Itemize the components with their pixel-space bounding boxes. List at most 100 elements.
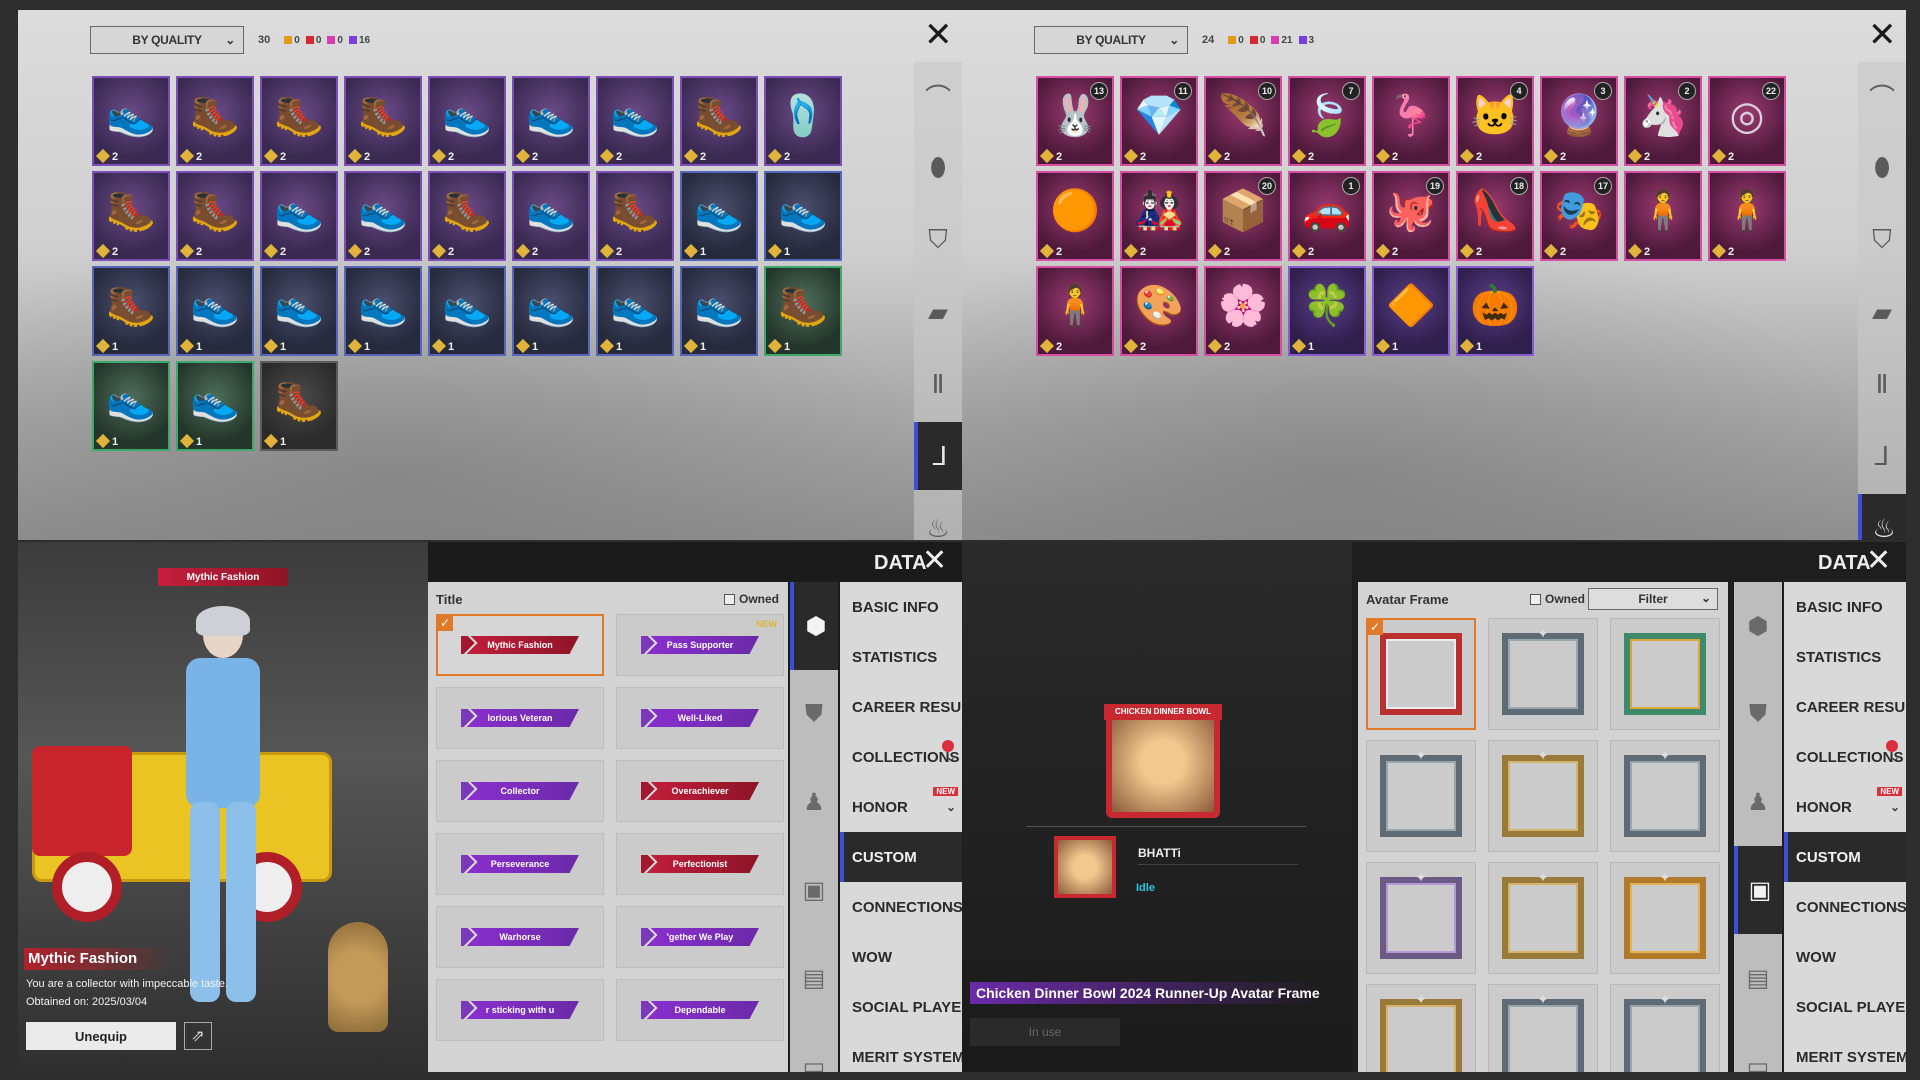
inventory-item[interactable]: 🐙 2 19	[1372, 171, 1450, 261]
inventory-item[interactable]: 🩴 2	[764, 76, 842, 166]
frame-card[interactable]: ✦	[1610, 862, 1720, 974]
menu-item-wow[interactable]: WOW	[1784, 932, 1906, 982]
title-card[interactable]: 'gether We Play	[616, 906, 784, 968]
inventory-item[interactable]: 🍃 2 7	[1288, 76, 1366, 166]
frame-card[interactable]: ✓	[1366, 618, 1476, 730]
inventory-item[interactable]: 🐱 2 4	[1456, 76, 1534, 166]
menu-item-honor[interactable]: HONOR ⌄ NEW	[840, 782, 962, 832]
inventory-item[interactable]: 🪶 2 10	[1204, 76, 1282, 166]
title-badge-icon[interactable]: ⬢	[790, 582, 838, 670]
frame-card[interactable]: ✦	[1488, 740, 1598, 852]
inventory-item[interactable]: 🥾 2	[596, 171, 674, 261]
filter-dropdown[interactable]: Filter ⌄	[1588, 588, 1718, 610]
pants-icon[interactable]: Ⅱ	[1858, 350, 1906, 418]
menu-item-connections[interactable]: CONNECTIONS ⌄	[840, 882, 962, 932]
inventory-item[interactable]: 👟 2	[92, 76, 170, 166]
inventory-item[interactable]: 🎎 2	[1120, 171, 1198, 261]
pants-icon[interactable]: Ⅱ	[914, 350, 962, 418]
inventory-item[interactable]: 📦 2 20	[1204, 171, 1282, 261]
jacket-icon[interactable]: ⛉	[1858, 206, 1906, 274]
frame-card[interactable]: ✦	[1488, 984, 1598, 1072]
title-card[interactable]: Collector	[436, 760, 604, 822]
menu-item-custom[interactable]: CUSTOM	[840, 832, 962, 882]
frame-card[interactable]: ✦	[1610, 984, 1720, 1072]
card-icon[interactable]: ▭	[790, 1022, 838, 1073]
title-card[interactable]: r sticking with u	[436, 979, 604, 1041]
inventory-item[interactable]: 🥾 2	[92, 171, 170, 261]
share-icon[interactable]: ⇗	[184, 1022, 212, 1050]
inventory-item[interactable]: 👟 1	[680, 266, 758, 356]
menu-item-social-player-cai[interactable]: SOCIAL PLAYER CAI	[840, 982, 962, 1032]
title-card[interactable]: Pass Supporter NEW	[616, 614, 784, 676]
inventory-item[interactable]: 👟 1	[176, 361, 254, 451]
title-card[interactable]: Warhorse	[436, 906, 604, 968]
title-card[interactable]: Perseverance	[436, 833, 604, 895]
inventory-item[interactable]: 🎨 2	[1120, 266, 1198, 356]
close-icon[interactable]: ✕	[924, 18, 953, 52]
inventory-item[interactable]: 🥾 1	[92, 266, 170, 356]
inventory-item[interactable]: 🌸 2	[1204, 266, 1282, 356]
inventory-item[interactable]: 🥾 2	[680, 76, 758, 166]
title-card[interactable]: Iorious Veteran	[436, 687, 604, 749]
inventory-item[interactable]: 👟 1	[176, 266, 254, 356]
inventory-item[interactable]: 🍀 1	[1288, 266, 1366, 356]
inventory-item[interactable]: 🔶 1	[1372, 266, 1450, 356]
inventory-item[interactable]: 🥾 2	[428, 171, 506, 261]
jacket-icon[interactable]: ⛉	[914, 206, 962, 274]
title-card[interactable]: Well-Liked	[616, 687, 784, 749]
inventory-item[interactable]: 👟 1	[260, 266, 338, 356]
menu-item-collections[interactable]: COLLECTIONS ⌄	[1784, 732, 1906, 782]
vest-icon[interactable]: ▰	[914, 278, 962, 346]
menu-item-honor[interactable]: HONOR ⌄ NEW	[1784, 782, 1906, 832]
title-card[interactable]: Dependable	[616, 979, 784, 1041]
close-icon[interactable]: ✕	[1866, 544, 1891, 578]
inventory-item[interactable]: 🎃 1	[1456, 266, 1534, 356]
inventory-item[interactable]: 🧍 2	[1708, 171, 1786, 261]
frame-card[interactable]: ✦	[1610, 740, 1720, 852]
glasses-icon[interactable]: ⌒	[914, 62, 962, 130]
inventory-item[interactable]: 🚗 2 1	[1288, 171, 1366, 261]
menu-item-basic-info[interactable]: BASIC INFO	[1784, 582, 1906, 632]
frame-card[interactable]: ✦	[1366, 862, 1476, 974]
inventory-item[interactable]: 👟 2	[596, 76, 674, 166]
inventory-item[interactable]: 👟 1	[344, 266, 422, 356]
title-card[interactable]: Overachiever	[616, 760, 784, 822]
shield-icon[interactable]: ⛊	[790, 670, 838, 758]
menu-item-career-results[interactable]: CAREER RESULTS	[840, 682, 962, 732]
title-card[interactable]: Mythic Fashion ✓	[436, 614, 604, 676]
inventory-item[interactable]: 🧍 2	[1036, 266, 1114, 356]
menu-item-social-player-cari[interactable]: SOCIAL PLAYER CARI	[1784, 982, 1906, 1032]
menu-item-statistics[interactable]: STATISTICS	[840, 632, 962, 682]
unequip-button[interactable]: Unequip	[26, 1022, 176, 1050]
glasses-icon[interactable]: ⌒	[1858, 62, 1906, 130]
nameplate-icon[interactable]: ▤	[790, 934, 838, 1022]
inventory-item[interactable]: 🔮 2 3	[1540, 76, 1618, 166]
frame-card[interactable]	[1610, 618, 1720, 730]
close-icon[interactable]: ✕	[1868, 18, 1897, 52]
sort-dropdown[interactable]: BY QUALITY ⌄	[90, 26, 244, 54]
nameplate-icon[interactable]: ▤	[1734, 934, 1782, 1022]
inventory-item[interactable]: 🧍 2	[1624, 171, 1702, 261]
shoes-icon[interactable]: ⅃	[1858, 422, 1906, 490]
close-icon[interactable]: ✕	[922, 544, 947, 578]
shield-icon[interactable]: ⛊	[1734, 670, 1782, 758]
inventory-item[interactable]: 🥾 2	[260, 76, 338, 166]
inventory-item[interactable]: 👟 2	[512, 76, 590, 166]
frame-card[interactable]: ✦	[1488, 618, 1598, 730]
inventory-item[interactable]: 👟 1	[680, 171, 758, 261]
menu-item-merit-system[interactable]: MERIT SYSTEM	[840, 1032, 962, 1072]
inventory-item[interactable]: 👟 1	[512, 266, 590, 356]
frame-card[interactable]: ✦	[1366, 740, 1476, 852]
inventory-item[interactable]: 👟 1	[92, 361, 170, 451]
inventory-item[interactable]: 🥾 2	[344, 76, 422, 166]
inventory-item[interactable]: 👟 1	[596, 266, 674, 356]
inventory-item[interactable]: 🥾 1	[764, 266, 842, 356]
title-badge-icon[interactable]: ⬢	[1734, 582, 1782, 670]
inventory-item[interactable]: 👟 2	[344, 171, 422, 261]
menu-item-career-results[interactable]: CAREER RESULTS	[1784, 682, 1906, 732]
person-icon[interactable]: ♟	[1734, 758, 1782, 846]
mask-icon[interactable]: ⬮	[1858, 134, 1906, 202]
inventory-item[interactable]: 👟 2	[260, 171, 338, 261]
mask-icon[interactable]: ⬮	[914, 134, 962, 202]
inventory-item[interactable]: 💎 2 11	[1120, 76, 1198, 166]
